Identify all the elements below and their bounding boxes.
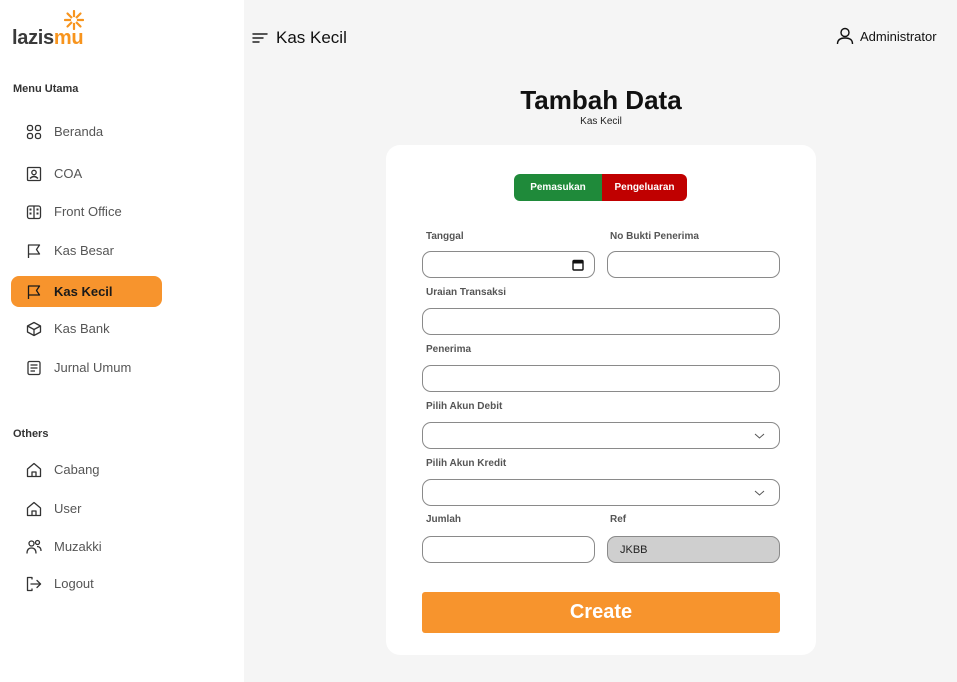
ref-value: JKBB	[620, 543, 648, 556]
sidebar-item-label: Muzakki	[54, 539, 102, 554]
sidebar-item-kas-kecil[interactable]: Kas Kecil	[11, 276, 162, 307]
menu-icon[interactable]	[252, 32, 268, 44]
jumlah-input[interactable]	[422, 536, 595, 563]
sidebar-item-label: Kas Bank	[54, 321, 110, 336]
no-bukti-label: No Bukti Penerima	[610, 231, 699, 242]
debit-account-select[interactable]	[422, 422, 780, 449]
sidebar-item-coa[interactable]: COA	[11, 158, 162, 189]
document-icon	[26, 360, 42, 376]
calendar-icon[interactable]	[572, 259, 584, 271]
ref-label: Ref	[610, 514, 627, 525]
sidebar-item-label: Front Office	[54, 204, 122, 219]
user-name: Administrator	[860, 28, 937, 44]
lazismu-logo[interactable]: lazismu	[12, 8, 102, 49]
transaction-type-toggle: Pemasukan Pengeluaran	[514, 174, 687, 201]
penerima-input[interactable]	[422, 365, 780, 392]
chevron-down-icon	[754, 433, 765, 439]
flag-icon	[26, 284, 42, 300]
user-menu[interactable]: Administrator	[836, 27, 937, 45]
sidebar-item-label: User	[54, 501, 82, 516]
ref-field: JKBB	[607, 536, 780, 563]
sidebar-item-label: Jurnal Umum	[54, 360, 132, 375]
penerima-label: Penerima	[426, 344, 472, 355]
logo-text-mu: mu	[53, 27, 84, 49]
sidebar-item-label: Logout	[54, 576, 94, 591]
kredit-label: Pilih Akun Kredit	[426, 458, 507, 469]
sidebar-item-user[interactable]: User	[11, 493, 162, 524]
sidebar-item-kas-bank[interactable]: Kas Bank	[11, 313, 162, 344]
cube-icon	[26, 321, 42, 337]
form-subtitle: Kas Kecil	[580, 116, 622, 127]
sidebar-item-logout[interactable]: Logout	[11, 568, 162, 599]
sidebar-item-kas-besar[interactable]: Kas Besar	[11, 235, 162, 266]
home-icon	[26, 462, 42, 478]
kredit-account-select[interactable]	[422, 479, 780, 506]
users-icon	[26, 539, 42, 555]
jumlah-label: Jumlah	[426, 514, 462, 525]
create-button[interactable]: Create	[422, 592, 780, 633]
uraian-label: Uraian Transaksi	[426, 287, 507, 298]
sidebar-item-front-office[interactable]: Front Office	[11, 196, 162, 227]
chevron-down-icon	[754, 490, 765, 496]
uraian-input[interactable]	[422, 308, 780, 335]
tanggal-date-input[interactable]	[422, 251, 595, 278]
section-title-others: Others	[13, 428, 49, 440]
form-title: Tambah Data	[520, 85, 682, 115]
sidebar-item-label: Cabang	[54, 462, 100, 477]
sidebar-item-label: Kas Kecil	[54, 284, 113, 299]
sidebar-item-label: Kas Besar	[54, 243, 114, 258]
sidebar-item-muzakki[interactable]: Muzakki	[11, 531, 162, 562]
toggle-pengeluaran[interactable]: Pengeluaran	[602, 174, 687, 201]
logo-text-lazis: lazis	[12, 27, 54, 49]
flag-icon	[26, 243, 42, 259]
debit-label: Pilih Akun Debit	[426, 401, 503, 412]
tanggal-label: Tanggal	[426, 231, 464, 242]
logout-icon	[26, 576, 42, 592]
building-icon	[26, 204, 42, 220]
no-bukti-input[interactable]	[607, 251, 780, 278]
form-card: Pemasukan Pengeluaran Tanggal No Bukti P…	[386, 145, 816, 655]
page-title: Kas Kecil	[276, 28, 347, 47]
sidebar-item-cabang[interactable]: Cabang	[11, 454, 162, 485]
sidebar-item-jurnal-umum[interactable]: Jurnal Umum	[11, 352, 162, 383]
user-icon	[836, 27, 854, 45]
toggle-pemasukan[interactable]: Pemasukan	[514, 174, 602, 201]
sidebar-item-label: COA	[54, 166, 83, 181]
home-icon	[26, 501, 42, 517]
id-card-icon	[26, 166, 42, 182]
